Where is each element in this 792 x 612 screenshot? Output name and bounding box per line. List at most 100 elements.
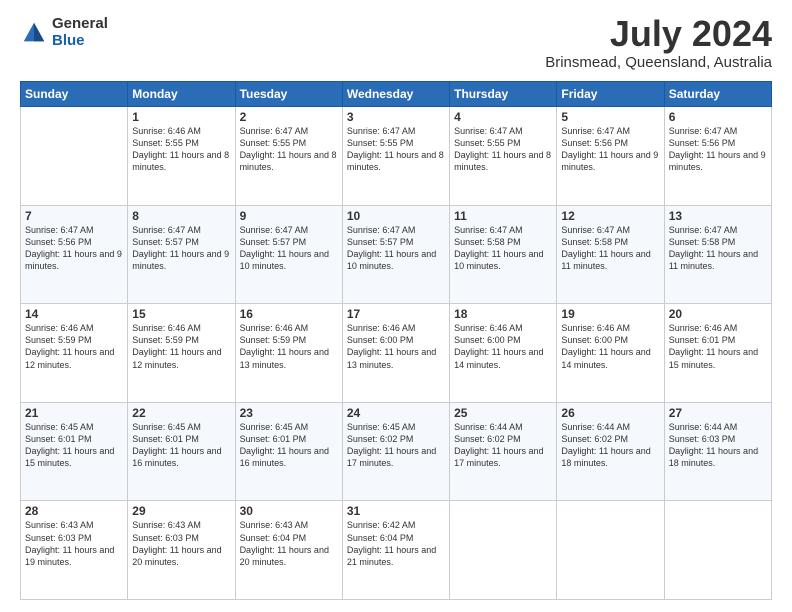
day-number: 17 xyxy=(347,307,445,321)
page: General Blue July 2024 Brinsmead, Queens… xyxy=(0,0,792,612)
day-number: 4 xyxy=(454,110,552,124)
day-info: Sunrise: 6:42 AM Sunset: 6:04 PM Dayligh… xyxy=(347,519,445,568)
day-info: Sunrise: 6:47 AM Sunset: 5:57 PM Dayligh… xyxy=(240,224,338,273)
day-number: 26 xyxy=(561,406,659,420)
day-info: Sunrise: 6:47 AM Sunset: 5:58 PM Dayligh… xyxy=(561,224,659,273)
day-info: Sunrise: 6:45 AM Sunset: 6:01 PM Dayligh… xyxy=(240,421,338,470)
day-info: Sunrise: 6:43 AM Sunset: 6:04 PM Dayligh… xyxy=(240,519,338,568)
day-info: Sunrise: 6:45 AM Sunset: 6:02 PM Dayligh… xyxy=(347,421,445,470)
day-info: Sunrise: 6:47 AM Sunset: 5:57 PM Dayligh… xyxy=(347,224,445,273)
day-number: 22 xyxy=(132,406,230,420)
day-info: Sunrise: 6:46 AM Sunset: 6:00 PM Dayligh… xyxy=(454,322,552,371)
day-number: 23 xyxy=(240,406,338,420)
day-cell: 28Sunrise: 6:43 AM Sunset: 6:03 PM Dayli… xyxy=(21,501,128,600)
day-cell xyxy=(557,501,664,600)
day-cell: 12Sunrise: 6:47 AM Sunset: 5:58 PM Dayli… xyxy=(557,205,664,304)
day-number: 3 xyxy=(347,110,445,124)
day-number: 6 xyxy=(669,110,767,124)
location: Brinsmead, Queensland, Australia xyxy=(545,54,772,71)
day-cell: 25Sunrise: 6:44 AM Sunset: 6:02 PM Dayli… xyxy=(450,402,557,501)
header-cell-wednesday: Wednesday xyxy=(342,82,449,107)
day-info: Sunrise: 6:47 AM Sunset: 5:58 PM Dayligh… xyxy=(454,224,552,273)
header-cell-saturday: Saturday xyxy=(664,82,771,107)
day-cell: 26Sunrise: 6:44 AM Sunset: 6:02 PM Dayli… xyxy=(557,402,664,501)
day-info: Sunrise: 6:45 AM Sunset: 6:01 PM Dayligh… xyxy=(132,421,230,470)
day-info: Sunrise: 6:46 AM Sunset: 6:00 PM Dayligh… xyxy=(347,322,445,371)
day-info: Sunrise: 6:47 AM Sunset: 5:56 PM Dayligh… xyxy=(25,224,123,273)
day-cell xyxy=(21,107,128,206)
day-number: 21 xyxy=(25,406,123,420)
day-cell: 6Sunrise: 6:47 AM Sunset: 5:56 PM Daylig… xyxy=(664,107,771,206)
day-number: 11 xyxy=(454,209,552,223)
day-number: 29 xyxy=(132,504,230,518)
day-info: Sunrise: 6:46 AM Sunset: 5:59 PM Dayligh… xyxy=(25,322,123,371)
week-row-3: 14Sunrise: 6:46 AM Sunset: 5:59 PM Dayli… xyxy=(21,304,772,403)
day-cell: 20Sunrise: 6:46 AM Sunset: 6:01 PM Dayli… xyxy=(664,304,771,403)
header-cell-thursday: Thursday xyxy=(450,82,557,107)
day-cell: 13Sunrise: 6:47 AM Sunset: 5:58 PM Dayli… xyxy=(664,205,771,304)
day-number: 1 xyxy=(132,110,230,124)
day-info: Sunrise: 6:44 AM Sunset: 6:02 PM Dayligh… xyxy=(561,421,659,470)
day-cell: 8Sunrise: 6:47 AM Sunset: 5:57 PM Daylig… xyxy=(128,205,235,304)
day-info: Sunrise: 6:46 AM Sunset: 6:01 PM Dayligh… xyxy=(669,322,767,371)
day-info: Sunrise: 6:47 AM Sunset: 5:55 PM Dayligh… xyxy=(347,125,445,174)
logo-text: General Blue xyxy=(52,16,108,49)
day-cell: 3Sunrise: 6:47 AM Sunset: 5:55 PM Daylig… xyxy=(342,107,449,206)
day-cell: 10Sunrise: 6:47 AM Sunset: 5:57 PM Dayli… xyxy=(342,205,449,304)
day-cell: 29Sunrise: 6:43 AM Sunset: 6:03 PM Dayli… xyxy=(128,501,235,600)
logo-general: General xyxy=(52,16,108,33)
day-cell xyxy=(664,501,771,600)
day-number: 10 xyxy=(347,209,445,223)
day-number: 13 xyxy=(669,209,767,223)
header: General Blue July 2024 Brinsmead, Queens… xyxy=(20,16,772,71)
day-number: 27 xyxy=(669,406,767,420)
week-row-1: 1Sunrise: 6:46 AM Sunset: 5:55 PM Daylig… xyxy=(21,107,772,206)
day-cell: 7Sunrise: 6:47 AM Sunset: 5:56 PM Daylig… xyxy=(21,205,128,304)
day-info: Sunrise: 6:43 AM Sunset: 6:03 PM Dayligh… xyxy=(25,519,123,568)
day-number: 14 xyxy=(25,307,123,321)
day-number: 31 xyxy=(347,504,445,518)
week-row-2: 7Sunrise: 6:47 AM Sunset: 5:56 PM Daylig… xyxy=(21,205,772,304)
logo: General Blue xyxy=(20,16,108,49)
header-cell-tuesday: Tuesday xyxy=(235,82,342,107)
day-info: Sunrise: 6:44 AM Sunset: 6:03 PM Dayligh… xyxy=(669,421,767,470)
day-info: Sunrise: 6:47 AM Sunset: 5:55 PM Dayligh… xyxy=(454,125,552,174)
day-cell xyxy=(450,501,557,600)
day-number: 2 xyxy=(240,110,338,124)
day-cell: 9Sunrise: 6:47 AM Sunset: 5:57 PM Daylig… xyxy=(235,205,342,304)
header-cell-sunday: Sunday xyxy=(21,82,128,107)
day-cell: 2Sunrise: 6:47 AM Sunset: 5:55 PM Daylig… xyxy=(235,107,342,206)
day-info: Sunrise: 6:45 AM Sunset: 6:01 PM Dayligh… xyxy=(25,421,123,470)
day-cell: 27Sunrise: 6:44 AM Sunset: 6:03 PM Dayli… xyxy=(664,402,771,501)
day-cell: 24Sunrise: 6:45 AM Sunset: 6:02 PM Dayli… xyxy=(342,402,449,501)
day-info: Sunrise: 6:47 AM Sunset: 5:56 PM Dayligh… xyxy=(669,125,767,174)
day-number: 12 xyxy=(561,209,659,223)
day-info: Sunrise: 6:46 AM Sunset: 5:59 PM Dayligh… xyxy=(240,322,338,371)
day-info: Sunrise: 6:47 AM Sunset: 5:56 PM Dayligh… xyxy=(561,125,659,174)
day-cell: 17Sunrise: 6:46 AM Sunset: 6:00 PM Dayli… xyxy=(342,304,449,403)
day-number: 5 xyxy=(561,110,659,124)
day-cell: 5Sunrise: 6:47 AM Sunset: 5:56 PM Daylig… xyxy=(557,107,664,206)
day-info: Sunrise: 6:47 AM Sunset: 5:58 PM Dayligh… xyxy=(669,224,767,273)
day-cell: 19Sunrise: 6:46 AM Sunset: 6:00 PM Dayli… xyxy=(557,304,664,403)
day-cell: 31Sunrise: 6:42 AM Sunset: 6:04 PM Dayli… xyxy=(342,501,449,600)
day-cell: 23Sunrise: 6:45 AM Sunset: 6:01 PM Dayli… xyxy=(235,402,342,501)
day-number: 16 xyxy=(240,307,338,321)
day-number: 19 xyxy=(561,307,659,321)
day-cell: 1Sunrise: 6:46 AM Sunset: 5:55 PM Daylig… xyxy=(128,107,235,206)
calendar-table: SundayMondayTuesdayWednesdayThursdayFrid… xyxy=(20,81,772,600)
day-cell: 22Sunrise: 6:45 AM Sunset: 6:01 PM Dayli… xyxy=(128,402,235,501)
day-number: 7 xyxy=(25,209,123,223)
day-number: 24 xyxy=(347,406,445,420)
day-info: Sunrise: 6:44 AM Sunset: 6:02 PM Dayligh… xyxy=(454,421,552,470)
day-number: 9 xyxy=(240,209,338,223)
day-number: 30 xyxy=(240,504,338,518)
day-info: Sunrise: 6:46 AM Sunset: 6:00 PM Dayligh… xyxy=(561,322,659,371)
day-number: 15 xyxy=(132,307,230,321)
day-cell: 21Sunrise: 6:45 AM Sunset: 6:01 PM Dayli… xyxy=(21,402,128,501)
day-cell: 30Sunrise: 6:43 AM Sunset: 6:04 PM Dayli… xyxy=(235,501,342,600)
day-number: 25 xyxy=(454,406,552,420)
day-number: 8 xyxy=(132,209,230,223)
week-row-5: 28Sunrise: 6:43 AM Sunset: 6:03 PM Dayli… xyxy=(21,501,772,600)
day-info: Sunrise: 6:47 AM Sunset: 5:55 PM Dayligh… xyxy=(240,125,338,174)
